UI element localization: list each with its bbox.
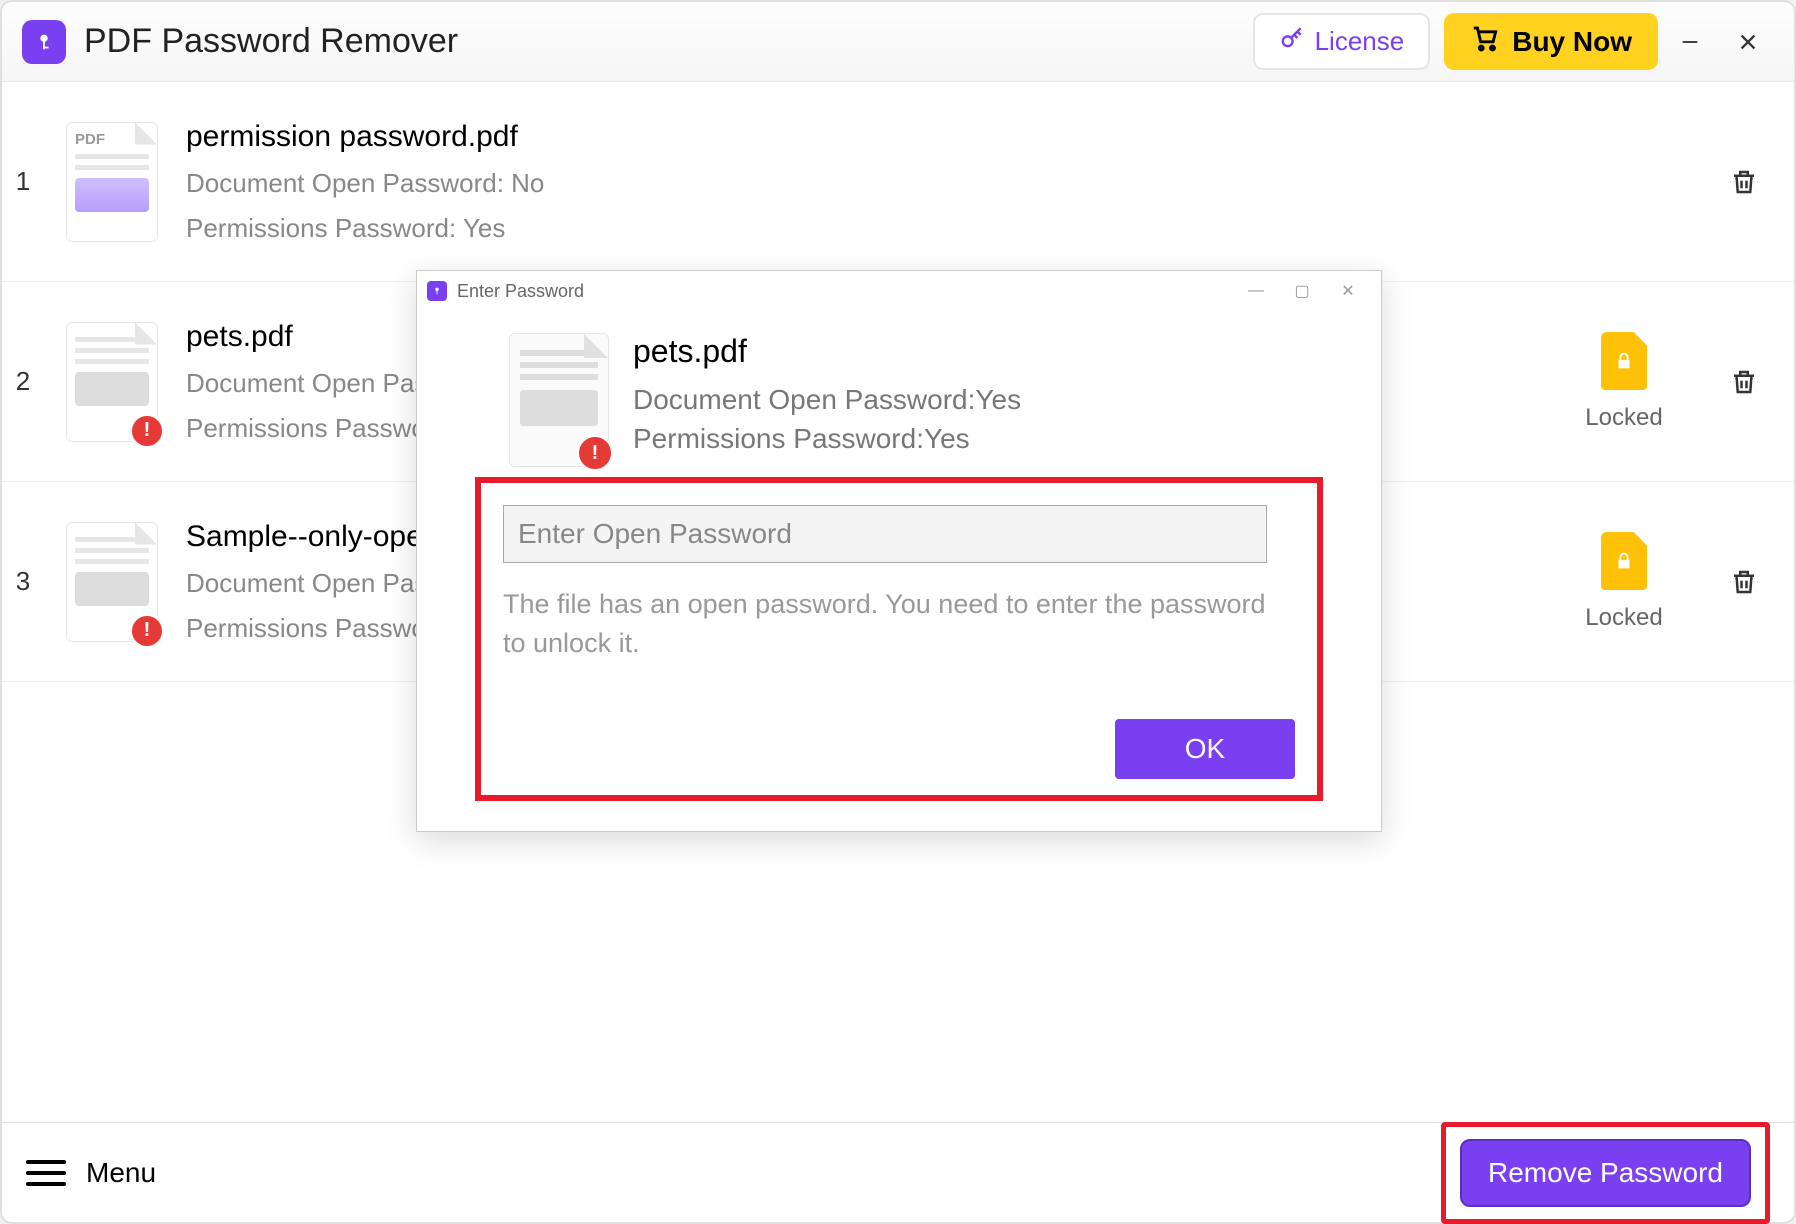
lock-icon (1601, 532, 1647, 590)
dialog-file-info: pets.pdf Document Open Password:Yes Perm… (509, 333, 1323, 467)
bottom-bar: Menu Remove Password (2, 1122, 1794, 1222)
row-index: 2 (8, 366, 38, 397)
dialog-title: Enter Password (457, 281, 584, 302)
dialog-titlebar: Enter Password — ▢ ✕ (417, 271, 1381, 311)
dialog-logo-icon (427, 281, 447, 301)
remove-password-button[interactable]: Remove Password (1460, 1139, 1751, 1207)
dialog-pdf-thumbnail-icon (509, 333, 609, 467)
menu-label: Menu (86, 1157, 156, 1189)
dialog-open-password: Document Open Password:Yes (633, 380, 1021, 419)
dialog-hint: The file has an open password. You need … (503, 585, 1273, 663)
file-name: permission password.pdf (186, 120, 1534, 154)
titlebar: PDF Password Remover License Buy Now (2, 2, 1794, 82)
dialog-minimize-button[interactable]: — (1233, 276, 1279, 306)
dialog-file-name: pets.pdf (633, 333, 1021, 370)
delete-button[interactable] (1714, 152, 1774, 212)
locked-status: Locked (1534, 532, 1714, 632)
pdf-thumbnail-locked-icon (66, 322, 158, 442)
license-button[interactable]: License (1253, 13, 1431, 70)
file-open-password: Document Open Password: No (186, 168, 1534, 199)
lock-icon (1601, 332, 1647, 390)
pdf-thumbnail-icon: PDF (66, 122, 158, 242)
cart-icon (1470, 23, 1500, 60)
row-index: 1 (8, 166, 38, 197)
dialog-perm-password: Permissions Password:Yes (633, 419, 1021, 458)
hamburger-icon (26, 1160, 66, 1186)
open-password-input[interactable] (503, 505, 1267, 563)
file-row[interactable]: 1 PDF permission password.pdf Document O… (2, 82, 1794, 282)
pdf-thumbnail-locked-icon (66, 522, 158, 642)
file-perm-password: Permissions Password: Yes (186, 213, 1534, 244)
buy-now-button[interactable]: Buy Now (1444, 13, 1658, 70)
menu-button[interactable]: Menu (26, 1157, 156, 1189)
key-icon (1279, 25, 1305, 58)
locked-label: Locked (1585, 604, 1662, 632)
app-logo-icon (22, 20, 66, 64)
file-info: permission password.pdf Document Open Pa… (186, 120, 1534, 244)
locked-label: Locked (1585, 404, 1662, 432)
dialog-close-button[interactable]: ✕ (1325, 276, 1371, 306)
license-label: License (1315, 26, 1405, 57)
dialog-input-highlight: The file has an open password. You need … (475, 477, 1323, 801)
enter-password-dialog: Enter Password — ▢ ✕ pets.pdf Document O… (416, 270, 1382, 832)
close-button[interactable] (1722, 16, 1774, 68)
buy-label: Buy Now (1512, 26, 1632, 58)
minimize-button[interactable] (1664, 16, 1716, 68)
remove-password-highlight: Remove Password (1441, 1122, 1770, 1224)
app-title: PDF Password Remover (84, 22, 458, 61)
ok-button[interactable]: OK (1115, 719, 1295, 779)
delete-button[interactable] (1714, 552, 1774, 612)
locked-status: Locked (1534, 332, 1714, 432)
delete-button[interactable] (1714, 352, 1774, 412)
row-index: 3 (8, 566, 38, 597)
dialog-maximize-button[interactable]: ▢ (1279, 276, 1325, 306)
